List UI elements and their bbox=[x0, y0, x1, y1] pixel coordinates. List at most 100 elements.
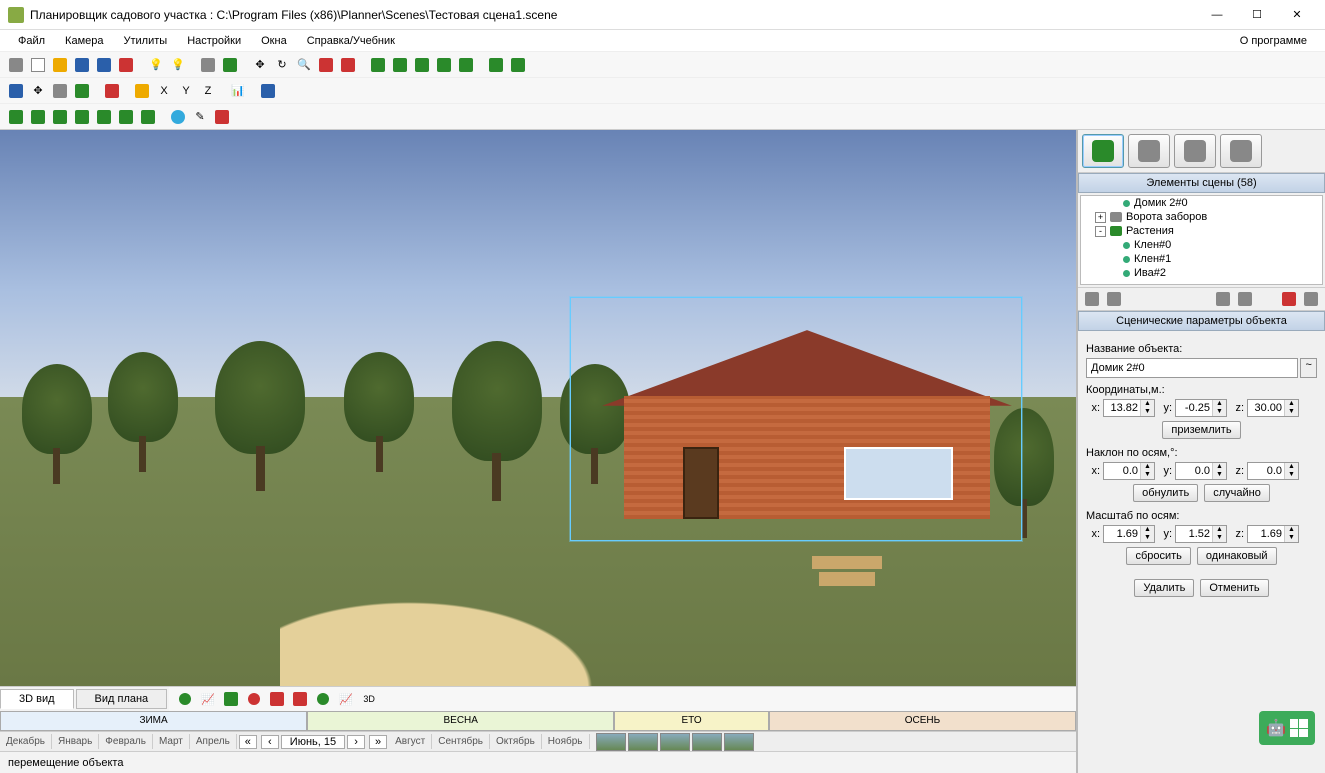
mode-measure-button[interactable] bbox=[1174, 134, 1216, 168]
x-icon[interactable] bbox=[212, 107, 232, 127]
select2-icon[interactable] bbox=[338, 55, 358, 75]
reset-button[interactable]: сбросить bbox=[1126, 547, 1190, 565]
terrain3-icon[interactable] bbox=[50, 107, 70, 127]
scale-y-input[interactable] bbox=[1176, 528, 1212, 540]
tree-row[interactable]: Клен#0 bbox=[1081, 238, 1322, 252]
terrain4-icon[interactable] bbox=[72, 107, 92, 127]
tilt-z-input[interactable] bbox=[1248, 465, 1284, 477]
new-icon[interactable] bbox=[28, 55, 48, 75]
tree-row[interactable]: Домик 2#0 bbox=[1081, 196, 1322, 210]
chart-icon[interactable]: 📊 bbox=[228, 81, 248, 101]
season-summer[interactable]: ЕТО bbox=[614, 711, 769, 731]
tree-row[interactable]: Клен#1 bbox=[1081, 252, 1322, 266]
season-winter[interactable]: ЗИМА bbox=[0, 711, 307, 731]
sky-thumb-3[interactable] bbox=[660, 733, 690, 751]
sky-thumb-4[interactable] bbox=[692, 733, 722, 751]
lineplot2-icon[interactable]: 📈 bbox=[336, 689, 356, 709]
expand-icon[interactable]: + bbox=[1095, 212, 1106, 223]
group-icon[interactable] bbox=[72, 81, 92, 101]
rotate-icon[interactable]: ↻ bbox=[272, 55, 292, 75]
tree-row[interactable]: Ива#2 bbox=[1081, 266, 1322, 280]
month-feb[interactable]: Февраль bbox=[99, 734, 153, 749]
month-sep[interactable]: Сентябрь bbox=[432, 734, 490, 749]
scene-tree[interactable]: Домик 2#0 +Ворота заборов -Растения Клен… bbox=[1080, 195, 1323, 285]
random-button[interactable]: случайно bbox=[1204, 484, 1270, 502]
view-icon[interactable] bbox=[6, 81, 26, 101]
tree-btn5-icon[interactable] bbox=[1301, 289, 1321, 309]
pointer-icon[interactable] bbox=[6, 55, 26, 75]
coord-z-input[interactable] bbox=[1248, 402, 1284, 414]
cancel-button[interactable]: Отменить bbox=[1200, 579, 1268, 597]
axis-z-button[interactable]: Z bbox=[198, 81, 218, 101]
coord-x-input[interactable] bbox=[1104, 402, 1140, 414]
sky-thumb-1[interactable] bbox=[596, 733, 626, 751]
menu-help[interactable]: Справка/Учебник bbox=[297, 33, 405, 49]
lineplot-icon[interactable]: 📈 bbox=[198, 689, 218, 709]
mode-terrain-button[interactable] bbox=[1082, 134, 1124, 168]
menu-about[interactable]: О программе bbox=[1230, 33, 1317, 49]
month-apr[interactable]: Апрель bbox=[190, 734, 237, 749]
viewport-3d[interactable] bbox=[0, 130, 1076, 686]
menu-utils[interactable]: Утилиты bbox=[114, 33, 178, 49]
scroll-icon[interactable] bbox=[50, 81, 70, 101]
delete-button[interactable]: Удалить bbox=[1134, 579, 1194, 597]
box1-icon[interactable] bbox=[221, 689, 241, 709]
export-icon[interactable] bbox=[258, 81, 278, 101]
same-button[interactable]: одинаковый bbox=[1197, 547, 1277, 565]
undo-icon[interactable] bbox=[132, 81, 152, 101]
month-dec[interactable]: Декабрь bbox=[0, 734, 52, 749]
spin-up-icon[interactable]: ▲ bbox=[1140, 400, 1154, 408]
name-dropdown-icon[interactable]: ~ bbox=[1300, 358, 1317, 378]
cut-icon[interactable] bbox=[102, 81, 122, 101]
mode-object-button[interactable] bbox=[1128, 134, 1170, 168]
tree-delete-icon[interactable] bbox=[1279, 289, 1299, 309]
object-name-input[interactable] bbox=[1086, 358, 1298, 378]
axis-y-button[interactable]: Y bbox=[176, 81, 196, 101]
coord-y-input[interactable] bbox=[1176, 402, 1212, 414]
spin-down-icon[interactable]: ▼ bbox=[1140, 408, 1154, 416]
tilt-x-input[interactable] bbox=[1104, 465, 1140, 477]
menu-camera[interactable]: Камера bbox=[55, 33, 113, 49]
water-icon[interactable] bbox=[168, 107, 188, 127]
plant4-icon[interactable] bbox=[434, 55, 454, 75]
3d-icon[interactable]: 3D bbox=[359, 689, 379, 709]
month-jan[interactable]: Январь bbox=[52, 734, 99, 749]
month-next[interactable]: › bbox=[347, 735, 365, 749]
picker-icon[interactable]: ✎ bbox=[190, 107, 210, 127]
plant2-icon[interactable] bbox=[390, 55, 410, 75]
move-icon[interactable]: ✥ bbox=[250, 55, 270, 75]
save-as-icon[interactable] bbox=[94, 55, 114, 75]
scale-x-input[interactable] bbox=[1104, 528, 1140, 540]
season-autumn[interactable]: ОСЕНЬ bbox=[769, 711, 1076, 731]
pan-icon[interactable]: ✥ bbox=[28, 81, 48, 101]
tree-row[interactable]: -Растения bbox=[1081, 224, 1322, 238]
terrain7-icon[interactable] bbox=[138, 107, 158, 127]
zoom-icon[interactable]: 🔍 bbox=[294, 55, 314, 75]
month-nov[interactable]: Ноябрь bbox=[542, 734, 590, 749]
tree-btn3-icon[interactable] bbox=[1213, 289, 1233, 309]
minimize-button[interactable]: — bbox=[1197, 1, 1237, 29]
plant6-icon[interactable] bbox=[486, 55, 506, 75]
zero-button[interactable]: обнулить bbox=[1133, 484, 1198, 502]
menu-file[interactable]: Файл bbox=[8, 33, 55, 49]
month-aug[interactable]: Август bbox=[389, 734, 432, 749]
menu-settings[interactable]: Настройки bbox=[177, 33, 251, 49]
terrain1-icon[interactable] bbox=[6, 107, 26, 127]
maximize-button[interactable]: ☐ bbox=[1237, 1, 1277, 29]
tilt-y-input[interactable] bbox=[1176, 465, 1212, 477]
poly-icon[interactable] bbox=[267, 689, 287, 709]
bench-object[interactable] bbox=[812, 556, 882, 586]
circle1-icon[interactable] bbox=[175, 689, 195, 709]
tree-btn1-icon[interactable] bbox=[1082, 289, 1102, 309]
plant5-icon[interactable] bbox=[456, 55, 476, 75]
3dview-icon[interactable] bbox=[220, 55, 240, 75]
terrain5-icon[interactable] bbox=[94, 107, 114, 127]
bulb-icon[interactable]: 💡 bbox=[146, 55, 166, 75]
menu-windows[interactable]: Окна bbox=[251, 33, 297, 49]
terrain2-icon[interactable] bbox=[28, 107, 48, 127]
season-spring[interactable]: ВЕСНА bbox=[307, 711, 614, 731]
sky-thumb-2[interactable] bbox=[628, 733, 658, 751]
month-prev[interactable]: ‹ bbox=[261, 735, 279, 749]
plant1-icon[interactable] bbox=[368, 55, 388, 75]
circle2-icon[interactable] bbox=[244, 689, 264, 709]
